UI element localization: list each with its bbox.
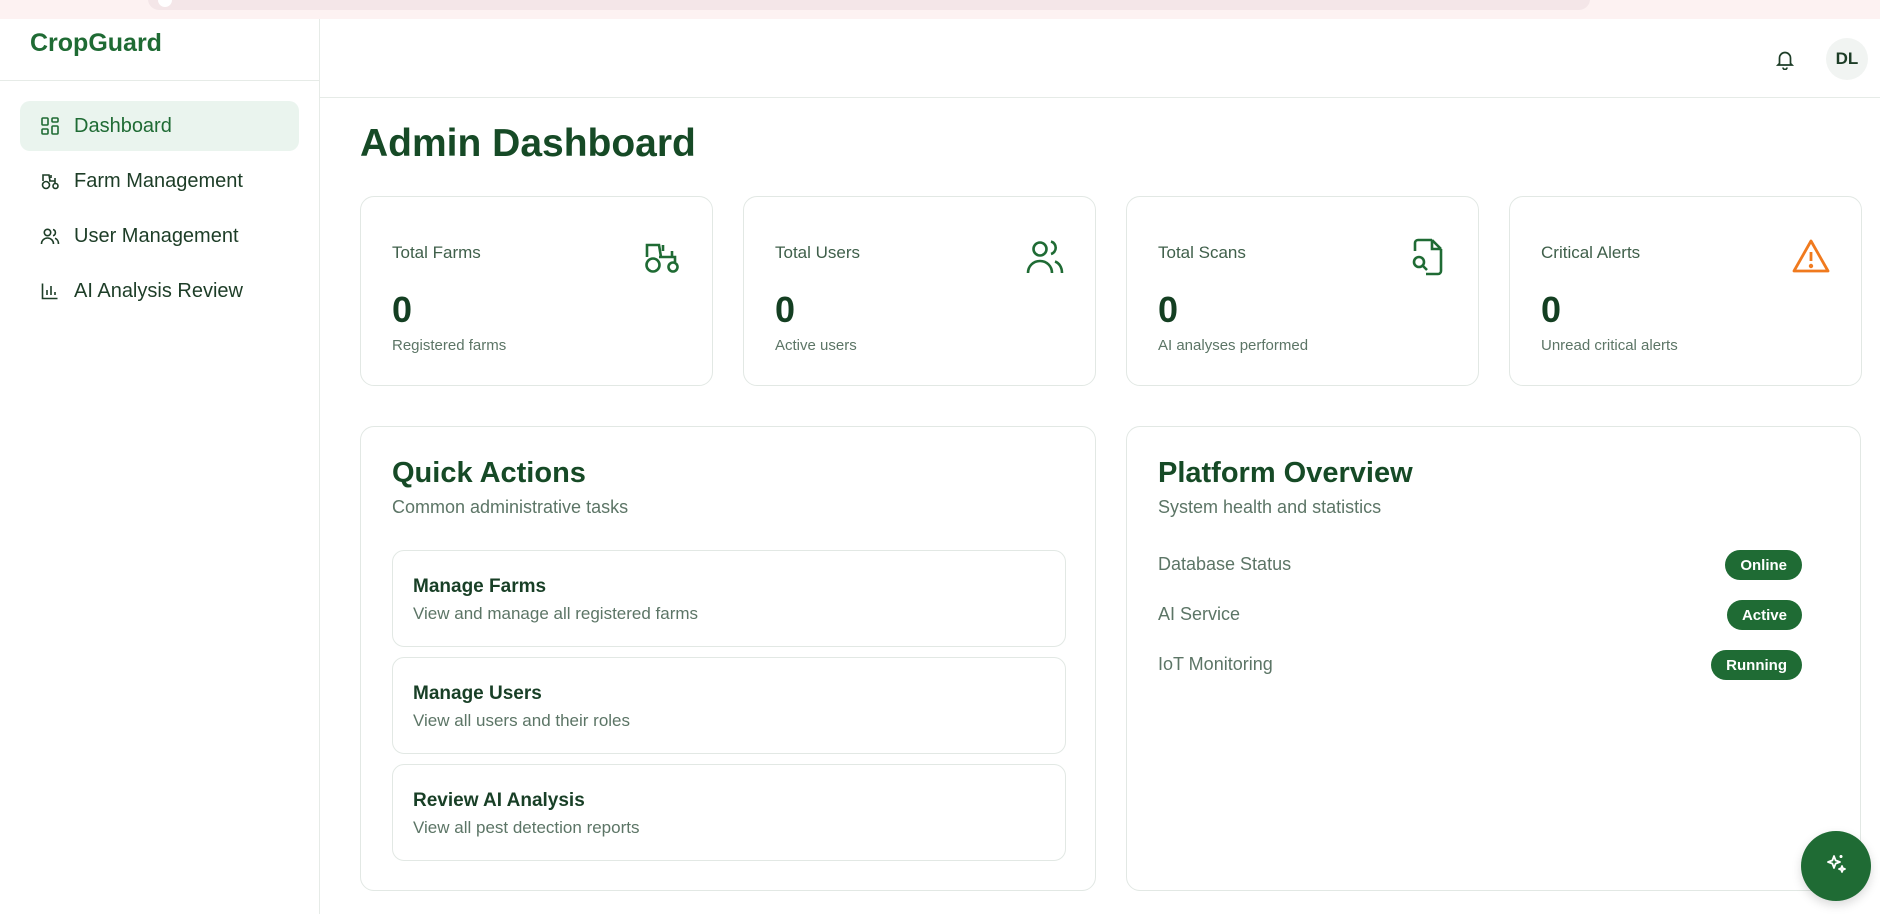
action-title: Manage Users	[413, 683, 542, 704]
top-header: DL	[320, 19, 1880, 98]
ai-assistant-button[interactable]	[1801, 831, 1871, 901]
sidebar-item-label: AI Analysis Review	[74, 279, 243, 302]
sidebar-item-label: Dashboard	[74, 114, 172, 137]
status-badge: Running	[1711, 650, 1802, 680]
quick-actions-panel: Quick Actions Common administrative task…	[360, 426, 1096, 891]
stat-card-total-farms: Total Farms 0 Registered farms	[360, 196, 713, 386]
address-bar	[148, 0, 1590, 10]
stat-card-critical-alerts: Critical Alerts 0 Unread critical alerts	[1509, 196, 1862, 386]
panel-subtitle: Common administrative tasks	[392, 497, 629, 517]
platform-overview-panel: Platform Overview System health and stat…	[1126, 426, 1861, 891]
tractor-icon	[40, 171, 60, 191]
dashboard-grid-icon	[40, 116, 60, 136]
panel-subtitle: System health and statistics	[1158, 497, 1382, 517]
action-title: Manage Farms	[413, 576, 547, 597]
sidebar-item-farm-management[interactable]: Farm Management	[20, 156, 299, 206]
stat-value: 0	[1158, 289, 1179, 330]
stat-value: 0	[1541, 289, 1562, 330]
bar-chart-icon	[40, 281, 60, 301]
stat-card-total-users: Total Users 0 Active users	[743, 196, 1096, 386]
stat-value: 0	[392, 289, 413, 330]
sparkles-icon	[1824, 852, 1848, 881]
sidebar-nav: Dashboard Farm Management User Managemen…	[0, 81, 319, 316]
action-description: View all pest detection reports	[413, 818, 640, 837]
status-label: IoT Monitoring	[1158, 654, 1273, 674]
stat-label: Total Users	[775, 243, 861, 262]
manage-users-button[interactable]: Manage Users View all users and their ro…	[392, 657, 1066, 754]
users-icon	[40, 226, 60, 246]
action-description: View and manage all registered farms	[413, 604, 699, 623]
stat-sub: Registered farms	[392, 337, 507, 354]
stat-label: Critical Alerts	[1541, 243, 1641, 262]
bell-icon[interactable]	[1774, 48, 1796, 71]
page-title: Admin Dashboard	[360, 122, 696, 165]
status-label: Database Status	[1158, 554, 1292, 574]
stat-sub: Unread critical alerts	[1541, 337, 1678, 354]
action-title: Review AI Analysis	[413, 790, 585, 811]
review-ai-analysis-button[interactable]: Review AI Analysis View all pest detecti…	[392, 764, 1066, 861]
stat-value: 0	[775, 289, 796, 330]
stat-sub: Active users	[775, 337, 857, 354]
sidebar-item-label: User Management	[74, 224, 239, 247]
tractor-icon	[642, 237, 682, 277]
sidebar-item-label: Farm Management	[74, 169, 243, 192]
action-description: View all users and their roles	[413, 711, 631, 730]
users-icon	[1025, 237, 1065, 277]
sidebar: CropGuard Dashboard Farm Management User…	[0, 19, 320, 914]
warning-triangle-icon	[1791, 237, 1831, 277]
status-row-ai-service: AI Service Active	[1158, 600, 1832, 630]
stat-label: Total Scans	[1158, 243, 1246, 262]
status-row-database: Database Status Online	[1158, 550, 1832, 580]
brand-logo[interactable]: CropGuard	[0, 19, 319, 81]
file-search-icon	[1408, 237, 1448, 277]
manage-farms-button[interactable]: Manage Farms View and manage all registe…	[392, 550, 1066, 647]
panel-title: Quick Actions	[392, 457, 586, 489]
avatar[interactable]: DL	[1826, 38, 1868, 80]
sidebar-item-user-management[interactable]: User Management	[20, 211, 299, 261]
panel-title: Platform Overview	[1158, 457, 1413, 489]
status-row-iot-monitoring: IoT Monitoring Running	[1158, 650, 1832, 680]
sidebar-item-ai-analysis-review[interactable]: AI Analysis Review	[20, 266, 299, 316]
stat-card-total-scans: Total Scans 0 AI analyses performed	[1126, 196, 1479, 386]
stat-sub: AI analyses performed	[1158, 337, 1309, 354]
status-badge: Active	[1726, 600, 1802, 630]
address-bar-dot	[158, 0, 172, 7]
browser-top-strip	[0, 0, 1880, 19]
sidebar-item-dashboard[interactable]: Dashboard	[20, 101, 299, 151]
status-label: AI Service	[1158, 604, 1241, 624]
status-badge: Online	[1725, 550, 1802, 580]
stat-label: Total Farms	[392, 243, 481, 262]
